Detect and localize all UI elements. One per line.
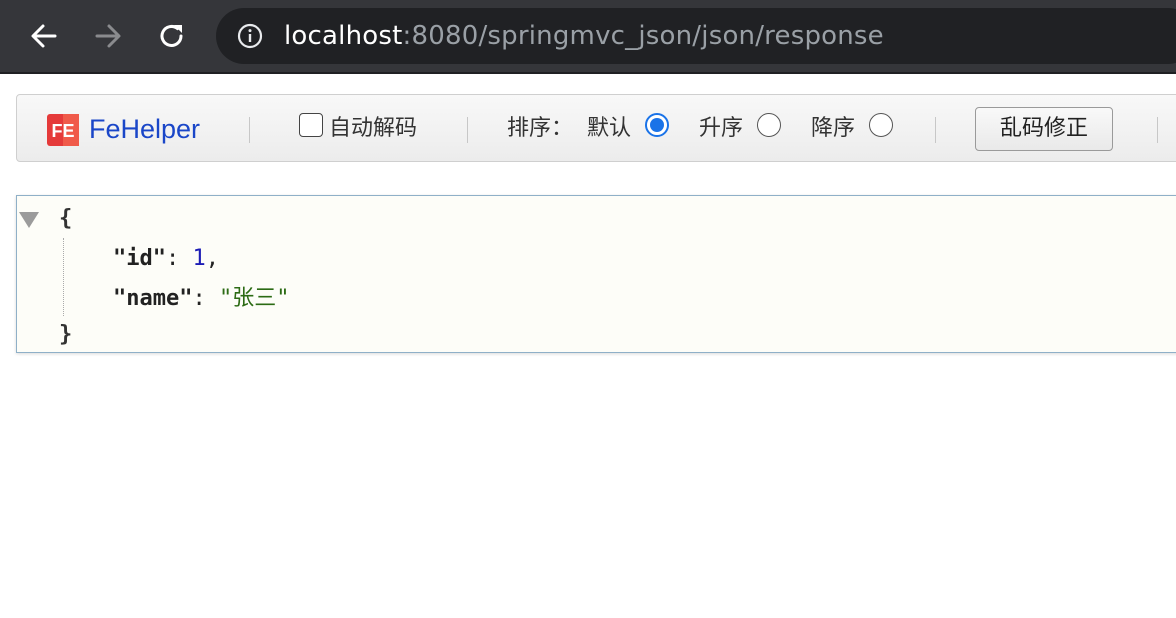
browser-toolbar: localhost:8080/springmvc_json/json/respo… <box>0 0 1176 74</box>
json-number-value: 1 <box>192 246 206 271</box>
reload-icon <box>160 25 183 47</box>
sort-desc-radio[interactable] <box>869 113 893 137</box>
collapse-toggle-icon[interactable] <box>19 212 39 228</box>
separator <box>467 117 468 143</box>
sort-asc-radio[interactable] <box>757 113 781 137</box>
fehelper-toolbar: FE FeHelper 自动解码 排序： 默认 升序 降序 乱码修正 <box>16 94 1176 162</box>
logo-text: FE <box>51 121 74 141</box>
info-icon[interactable] <box>236 22 264 50</box>
back-button[interactable] <box>24 16 64 56</box>
json-viewer: { "id": 1, "name": "张三" } <box>16 195 1176 353</box>
url-text[interactable]: localhost:8080/springmvc_json/json/respo… <box>284 18 884 54</box>
json-key: "id" <box>113 246 166 271</box>
sort-label: 排序： <box>507 116 574 141</box>
sort-desc-label[interactable]: 降序 <box>811 113 855 145</box>
sort-default-radio[interactable] <box>645 113 669 137</box>
url-host: localhost <box>284 21 403 51</box>
json-comma: , <box>205 246 219 271</box>
json-close-brace: } <box>59 322 73 347</box>
url-path: :8080/springmvc_json/json/response <box>402 21 884 51</box>
auto-decode-checkbox[interactable] <box>299 113 323 137</box>
fehelper-brand[interactable]: FeHelper <box>89 109 200 149</box>
reload-button[interactable] <box>152 16 192 56</box>
separator <box>935 117 936 143</box>
json-string-value: "张三" <box>218 286 290 311</box>
forward-arrow-icon <box>95 24 121 48</box>
json-key: "name" <box>113 286 193 311</box>
json-open-brace: { <box>59 206 73 231</box>
forward-button[interactable] <box>88 16 128 56</box>
fehelper-logo-icon: FE <box>47 114 79 146</box>
sort-asc-label[interactable]: 升序 <box>699 113 743 145</box>
address-bar[interactable]: localhost:8080/springmvc_json/json/respo… <box>216 8 1176 64</box>
json-field-row: "name": "张三" <box>113 286 290 311</box>
indent-guide <box>63 238 64 316</box>
separator <box>249 117 250 143</box>
encoding-fix-button[interactable]: 乱码修正 <box>975 107 1113 151</box>
sort-default-label[interactable]: 默认 <box>587 113 631 145</box>
auto-decode-label[interactable]: 自动解码 <box>329 113 417 145</box>
json-field-row: "id": 1, <box>113 246 219 271</box>
back-arrow-icon <box>31 24 57 48</box>
separator <box>1157 117 1158 143</box>
